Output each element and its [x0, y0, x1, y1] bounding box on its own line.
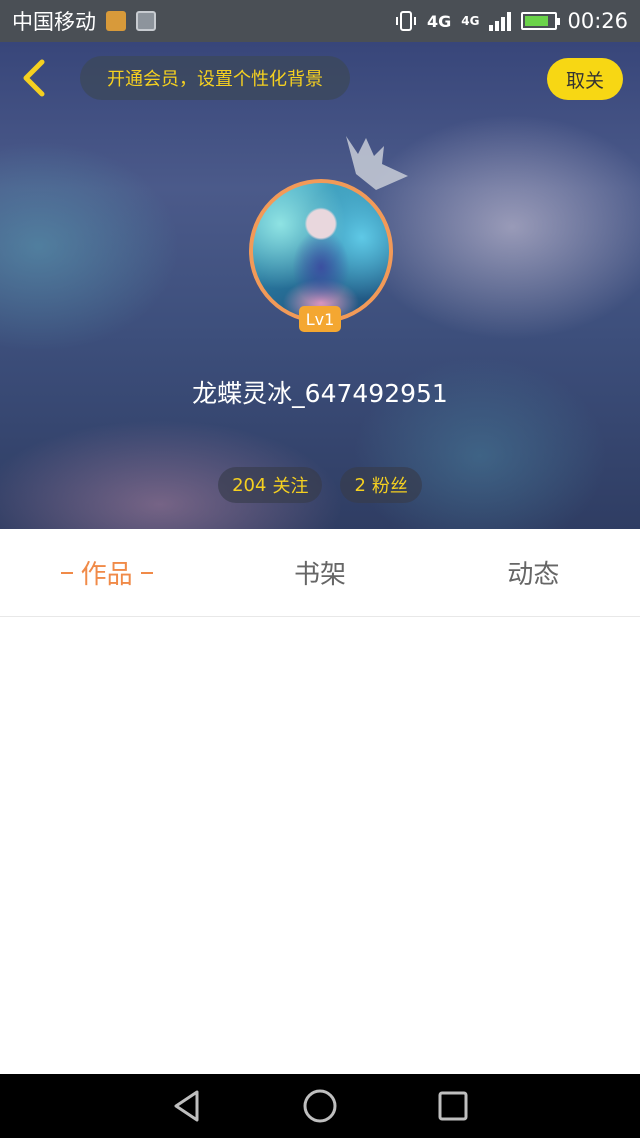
vibrate-icon	[396, 11, 416, 31]
tab-activity[interactable]: 动态	[427, 529, 640, 616]
tab-bookshelf[interactable]: 书架	[213, 529, 426, 616]
network-type-1: 4G	[427, 11, 452, 31]
battery-icon	[521, 12, 561, 30]
active-indicator-left	[60, 571, 73, 574]
profile-tabs: 作品 书架 动态	[0, 529, 640, 617]
tab-works[interactable]: 作品	[0, 529, 213, 616]
followers-label: 粉丝	[371, 476, 408, 497]
notification-icon	[106, 11, 126, 31]
clock: 00:26	[567, 9, 628, 33]
nav-back-button[interactable]	[167, 1086, 207, 1126]
tab-content-area	[0, 618, 640, 1074]
system-nav-bar	[0, 1074, 640, 1138]
following-stat[interactable]: 204 关注	[218, 467, 323, 503]
followers-stat[interactable]: 2 粉丝	[340, 467, 422, 503]
status-bar: 中国移动 4G 4G 00:26	[0, 0, 640, 42]
chevron-left-icon	[23, 59, 45, 97]
back-button[interactable]	[14, 58, 54, 98]
network-type-2: 4G	[461, 14, 480, 28]
square-recent-icon	[438, 1091, 468, 1121]
triangle-back-icon	[174, 1090, 199, 1122]
tab-label: 作品	[80, 560, 133, 590]
signal-icon	[489, 11, 512, 31]
unfollow-button[interactable]: 取关	[547, 58, 623, 100]
tab-label: 动态	[507, 560, 560, 590]
profile-header: 开通会员，设置个性化背景 取关 Lv1 龙蝶灵冰_647492951 204 关…	[0, 42, 640, 529]
circle-home-icon	[303, 1089, 337, 1123]
following-label: 关注	[272, 476, 309, 497]
following-count: 204	[232, 474, 267, 496]
nav-recent-button[interactable]	[433, 1086, 473, 1126]
profile-stats: 204 关注 2 粉丝	[0, 467, 640, 503]
level-badge: Lv1	[299, 306, 341, 332]
active-indicator-right	[140, 571, 153, 574]
nav-home-button[interactable]	[300, 1086, 340, 1126]
followers-count: 2	[354, 474, 366, 496]
carrier-name: 中国移动	[12, 10, 96, 34]
vip-background-prompt[interactable]: 开通会员，设置个性化背景	[80, 56, 350, 100]
avatar[interactable]	[249, 179, 393, 323]
username: 龙蝶灵冰_647492951	[192, 379, 448, 408]
image-icon	[136, 11, 156, 31]
tab-label: 书架	[293, 560, 346, 590]
